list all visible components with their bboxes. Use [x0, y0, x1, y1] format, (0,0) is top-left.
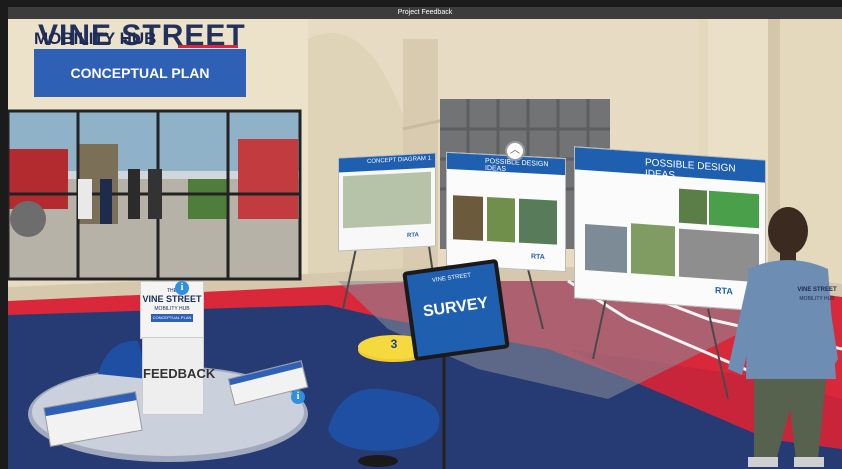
stool-number: 3	[390, 337, 398, 351]
photo-c	[631, 223, 675, 277]
design-board-1-title: POSSIBLE DESIGN IDEAS	[485, 157, 549, 174]
concept-diagram-board[interactable]: CONCEPT DIAGRAM 1 RTA	[338, 152, 436, 252]
avatar-shirt-subtitle: MOBILITY HUB	[799, 296, 835, 302]
sign-subtitle: MOBILITY HUB	[34, 29, 157, 48]
sign-caption: CONCEPTUAL PLAN	[70, 65, 210, 81]
photo-3	[519, 198, 557, 245]
design-ideas-board-1[interactable]: POSSIBLE DESIGN IDEAS RTA	[446, 151, 566, 273]
feedback-sign-caption: CONCEPTUAL PLAN	[152, 315, 192, 320]
feedback-sign-title: VINE STREET	[142, 294, 202, 304]
viewport: Project Feedback VINE STREET MOBILITY HU…	[0, 0, 842, 469]
survey-label: SURVEY	[422, 294, 490, 321]
info-icon[interactable]: i	[291, 390, 305, 404]
feedback-label: FEEDBACK	[143, 366, 216, 381]
rta-logo: RTA	[407, 232, 419, 239]
feedback-sign[interactable]: THE VINE STREET MOBILITY HUB CONCEPTUAL …	[140, 281, 204, 339]
survey-tablet[interactable]: VINE STREET SURVEY	[402, 258, 510, 362]
avatar-shirt-title: VINE STREET	[797, 287, 837, 293]
window-title: Project Feedback	[8, 7, 842, 19]
chevron-up-icon[interactable]: ︿	[505, 141, 525, 161]
photo-1	[453, 195, 483, 241]
feedback-box[interactable]: FEEDBACK	[142, 337, 216, 415]
feedback-sign-subtitle: MOBILITY HUB	[154, 306, 190, 312]
avatar[interactable]	[698, 199, 842, 469]
photo-2	[487, 197, 515, 243]
rta-logo: RTA	[531, 253, 545, 262]
concept-map-image	[343, 171, 431, 229]
virtual-room[interactable]: VINE STREET MOBILITY HUB CONCEPTUAL PLAN…	[8, 19, 842, 469]
photo-b	[585, 224, 627, 273]
info-icon[interactable]: i	[175, 281, 189, 295]
survey-header: VINE STREET	[431, 272, 472, 285]
